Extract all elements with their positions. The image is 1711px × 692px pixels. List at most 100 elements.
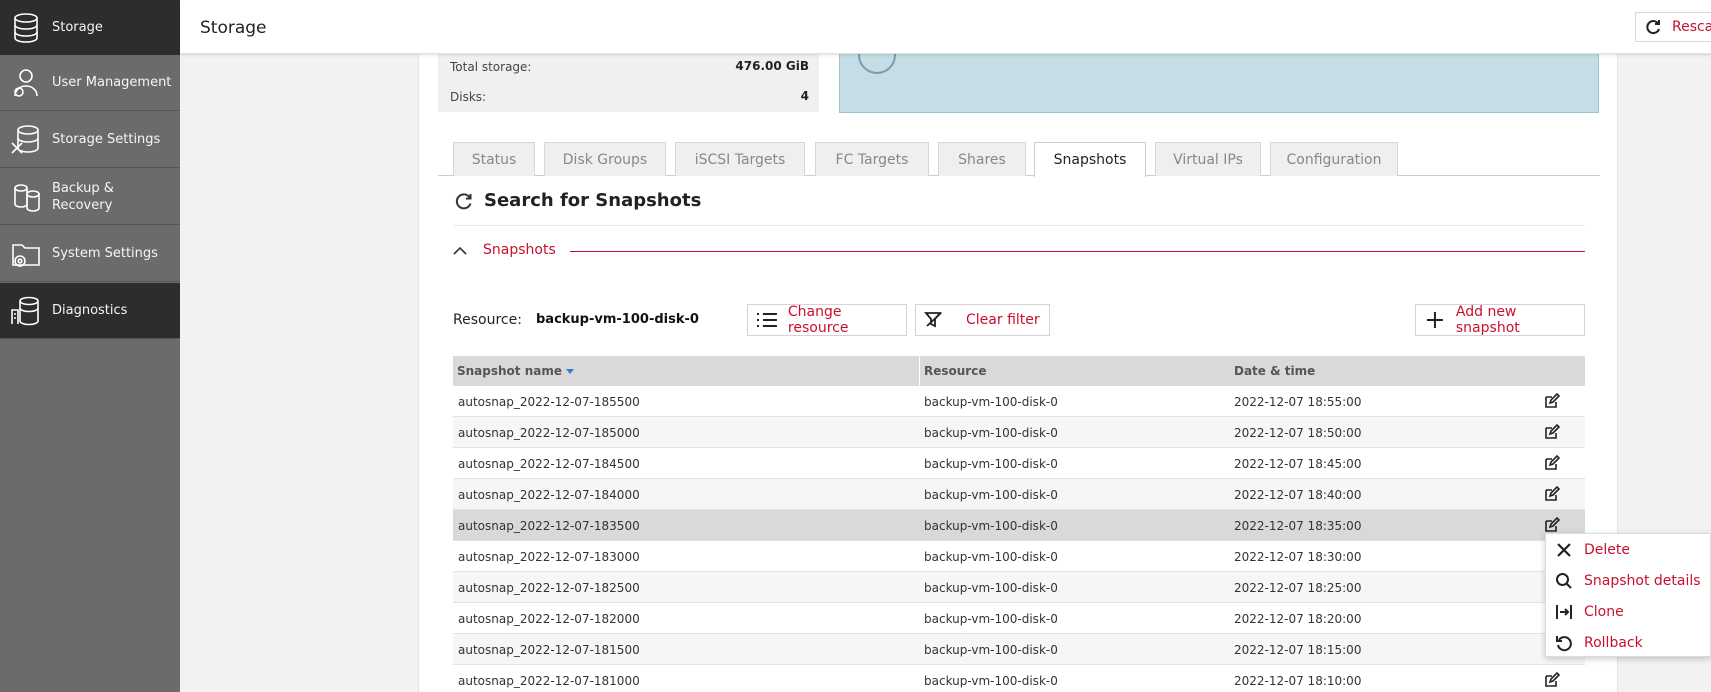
resource-label: Resource: bbox=[453, 312, 522, 328]
table-row[interactable]: autosnap_2022-12-07-181000 backup-vm-100… bbox=[453, 665, 1585, 692]
folder-gear-icon bbox=[0, 226, 52, 282]
sort-desc-icon bbox=[566, 369, 574, 374]
tab-disk-groups[interactable]: Disk Groups bbox=[544, 142, 666, 176]
sidebar-item-storage-settings[interactable]: Storage Settings bbox=[0, 112, 180, 168]
resource-value: backup-vm-100-disk-0 bbox=[536, 312, 699, 327]
diagnostics-icon bbox=[0, 283, 52, 339]
cell-resource: backup-vm-100-disk-0 bbox=[924, 550, 1058, 564]
chevron-up-icon bbox=[453, 246, 467, 255]
user-gear-icon bbox=[0, 55, 52, 111]
collapse-title: Snapshots bbox=[483, 242, 556, 258]
cell-resource: backup-vm-100-disk-0 bbox=[924, 519, 1058, 533]
refresh-icon[interactable] bbox=[454, 191, 474, 211]
rollback-icon bbox=[1556, 635, 1572, 651]
table-row[interactable]: autosnap_2022-12-07-185500 backup-vm-100… bbox=[453, 386, 1585, 417]
cell-snapshot-name: autosnap_2022-12-07-183500 bbox=[458, 519, 640, 533]
list-icon bbox=[756, 313, 777, 327]
cell-resource: backup-vm-100-disk-0 bbox=[924, 395, 1058, 409]
sidebar-item-storage[interactable]: Storage bbox=[0, 0, 180, 56]
edit-icon[interactable] bbox=[1544, 672, 1560, 688]
snapshot-context-menu: Delete Snapshot details Clone Rollback bbox=[1545, 533, 1711, 657]
column-header-snapshot-name[interactable]: Snapshot name bbox=[457, 364, 574, 378]
cell-resource: backup-vm-100-disk-0 bbox=[924, 674, 1058, 688]
page-title: Storage bbox=[200, 18, 267, 38]
sidebar-item-label: System Settings bbox=[52, 246, 158, 261]
info-box bbox=[839, 36, 1599, 113]
sidebar-item-user-management[interactable]: User Management bbox=[0, 55, 180, 111]
divider bbox=[454, 225, 1585, 226]
add-new-snapshot-button[interactable]: Add new snapshot bbox=[1415, 304, 1585, 336]
edit-icon[interactable] bbox=[1544, 517, 1560, 533]
tab-virtual-ips[interactable]: Virtual IPs bbox=[1155, 142, 1261, 176]
menu-item-snapshot-details[interactable]: Snapshot details bbox=[1546, 565, 1711, 596]
search-icon bbox=[1556, 572, 1572, 589]
clear-filter-label: Clear filter bbox=[966, 312, 1040, 328]
sidebar-item-system-settings[interactable]: System Settings bbox=[0, 226, 180, 282]
cell-date-time: 2022-12-07 18:50:00 bbox=[1234, 426, 1362, 440]
edit-icon[interactable] bbox=[1544, 424, 1560, 440]
table-row[interactable]: autosnap_2022-12-07-184500 backup-vm-100… bbox=[453, 448, 1585, 479]
table-row[interactable]: autosnap_2022-12-07-181500 backup-vm-100… bbox=[453, 634, 1585, 665]
tab-snapshots[interactable]: Snapshots bbox=[1034, 142, 1146, 177]
change-resource-label: Change resource bbox=[787, 304, 849, 336]
total-storage-row: Total storage: 476.00 GiB bbox=[438, 54, 819, 82]
cell-resource: backup-vm-100-disk-0 bbox=[924, 643, 1058, 657]
menu-item-delete[interactable]: Delete bbox=[1546, 534, 1711, 565]
sidebar-item-label: User Management bbox=[52, 75, 172, 90]
column-header-resource[interactable]: Resource bbox=[924, 364, 986, 378]
column-divider bbox=[919, 356, 920, 386]
clone-icon bbox=[1556, 604, 1572, 619]
total-storage-label: Total storage: bbox=[450, 60, 532, 74]
cell-date-time: 2022-12-07 18:40:00 bbox=[1234, 488, 1362, 502]
cell-resource: backup-vm-100-disk-0 bbox=[924, 457, 1058, 471]
edit-icon[interactable] bbox=[1544, 393, 1560, 409]
snapshots-collapse-toggle[interactable]: Snapshots bbox=[452, 241, 1585, 263]
menu-item-clone[interactable]: Clone bbox=[1546, 596, 1711, 627]
rescan-button[interactable]: Rescan bbox=[1635, 12, 1711, 42]
clear-filter-button[interactable]: Clear filter bbox=[915, 304, 1050, 336]
sidebar-item-backup-recovery[interactable]: Backup & Recovery bbox=[0, 169, 180, 225]
cell-date-time: 2022-12-07 18:35:00 bbox=[1234, 519, 1362, 533]
sidebar-item-label: Storage Settings bbox=[52, 132, 161, 147]
change-resource-button[interactable]: Change resource bbox=[747, 304, 907, 336]
cell-resource: backup-vm-100-disk-0 bbox=[924, 426, 1058, 440]
disks-label: Disks: bbox=[450, 90, 487, 104]
table-row[interactable]: autosnap_2022-12-07-182000 backup-vm-100… bbox=[453, 603, 1585, 634]
table-row[interactable]: autosnap_2022-12-07-183000 backup-vm-100… bbox=[453, 541, 1585, 572]
table-row[interactable]: autosnap_2022-12-07-182500 backup-vm-100… bbox=[453, 572, 1585, 603]
cell-snapshot-name: autosnap_2022-12-07-183000 bbox=[458, 550, 640, 564]
sidebar-item-label: Backup & Recovery bbox=[52, 180, 114, 213]
table-row-selected[interactable]: autosnap_2022-12-07-183500 backup-vm-100… bbox=[453, 510, 1585, 541]
sidebar-item-diagnostics[interactable]: Diagnostics bbox=[0, 283, 180, 339]
cell-snapshot-name: autosnap_2022-12-07-182000 bbox=[458, 612, 640, 626]
cell-date-time: 2022-12-07 18:55:00 bbox=[1234, 395, 1362, 409]
cell-date-time: 2022-12-07 18:25:00 bbox=[1234, 581, 1362, 595]
rescan-label: Rescan bbox=[1672, 19, 1711, 35]
menu-item-label: Clone bbox=[1584, 603, 1624, 620]
edit-icon[interactable] bbox=[1544, 455, 1560, 471]
section-header: Search for Snapshots bbox=[454, 190, 701, 211]
table-row[interactable]: autosnap_2022-12-07-184000 backup-vm-100… bbox=[453, 479, 1585, 510]
cell-snapshot-name: autosnap_2022-12-07-181500 bbox=[458, 643, 640, 657]
clear-filter-icon bbox=[924, 312, 942, 328]
tab-iscsi-targets[interactable]: iSCSI Targets bbox=[675, 142, 805, 176]
table-header: Snapshot name Resource Date & time bbox=[453, 356, 1585, 386]
tab-shares[interactable]: Shares bbox=[938, 142, 1026, 176]
total-storage-value: 476.00 GiB bbox=[735, 59, 809, 73]
menu-item-label: Rollback bbox=[1584, 634, 1643, 651]
tab-fc-targets[interactable]: FC Targets bbox=[815, 142, 929, 176]
column-header-date-time[interactable]: Date & time bbox=[1234, 364, 1315, 378]
cell-resource: backup-vm-100-disk-0 bbox=[924, 612, 1058, 626]
menu-item-rollback[interactable]: Rollback bbox=[1546, 627, 1711, 658]
menu-item-label: Delete bbox=[1584, 541, 1630, 558]
cell-resource: backup-vm-100-disk-0 bbox=[924, 488, 1058, 502]
tab-bar: Status Disk Groups iSCSI Targets FC Targ… bbox=[438, 142, 1600, 177]
top-header: Storage Rescan bbox=[180, 0, 1711, 54]
edit-icon[interactable] bbox=[1544, 486, 1560, 502]
cell-snapshot-name: autosnap_2022-12-07-185000 bbox=[458, 426, 640, 440]
table-row[interactable]: autosnap_2022-12-07-185000 backup-vm-100… bbox=[453, 417, 1585, 448]
tab-configuration[interactable]: Configuration bbox=[1270, 142, 1398, 176]
cell-resource: backup-vm-100-disk-0 bbox=[924, 581, 1058, 595]
cell-date-time: 2022-12-07 18:20:00 bbox=[1234, 612, 1362, 626]
tab-status[interactable]: Status bbox=[453, 142, 535, 176]
